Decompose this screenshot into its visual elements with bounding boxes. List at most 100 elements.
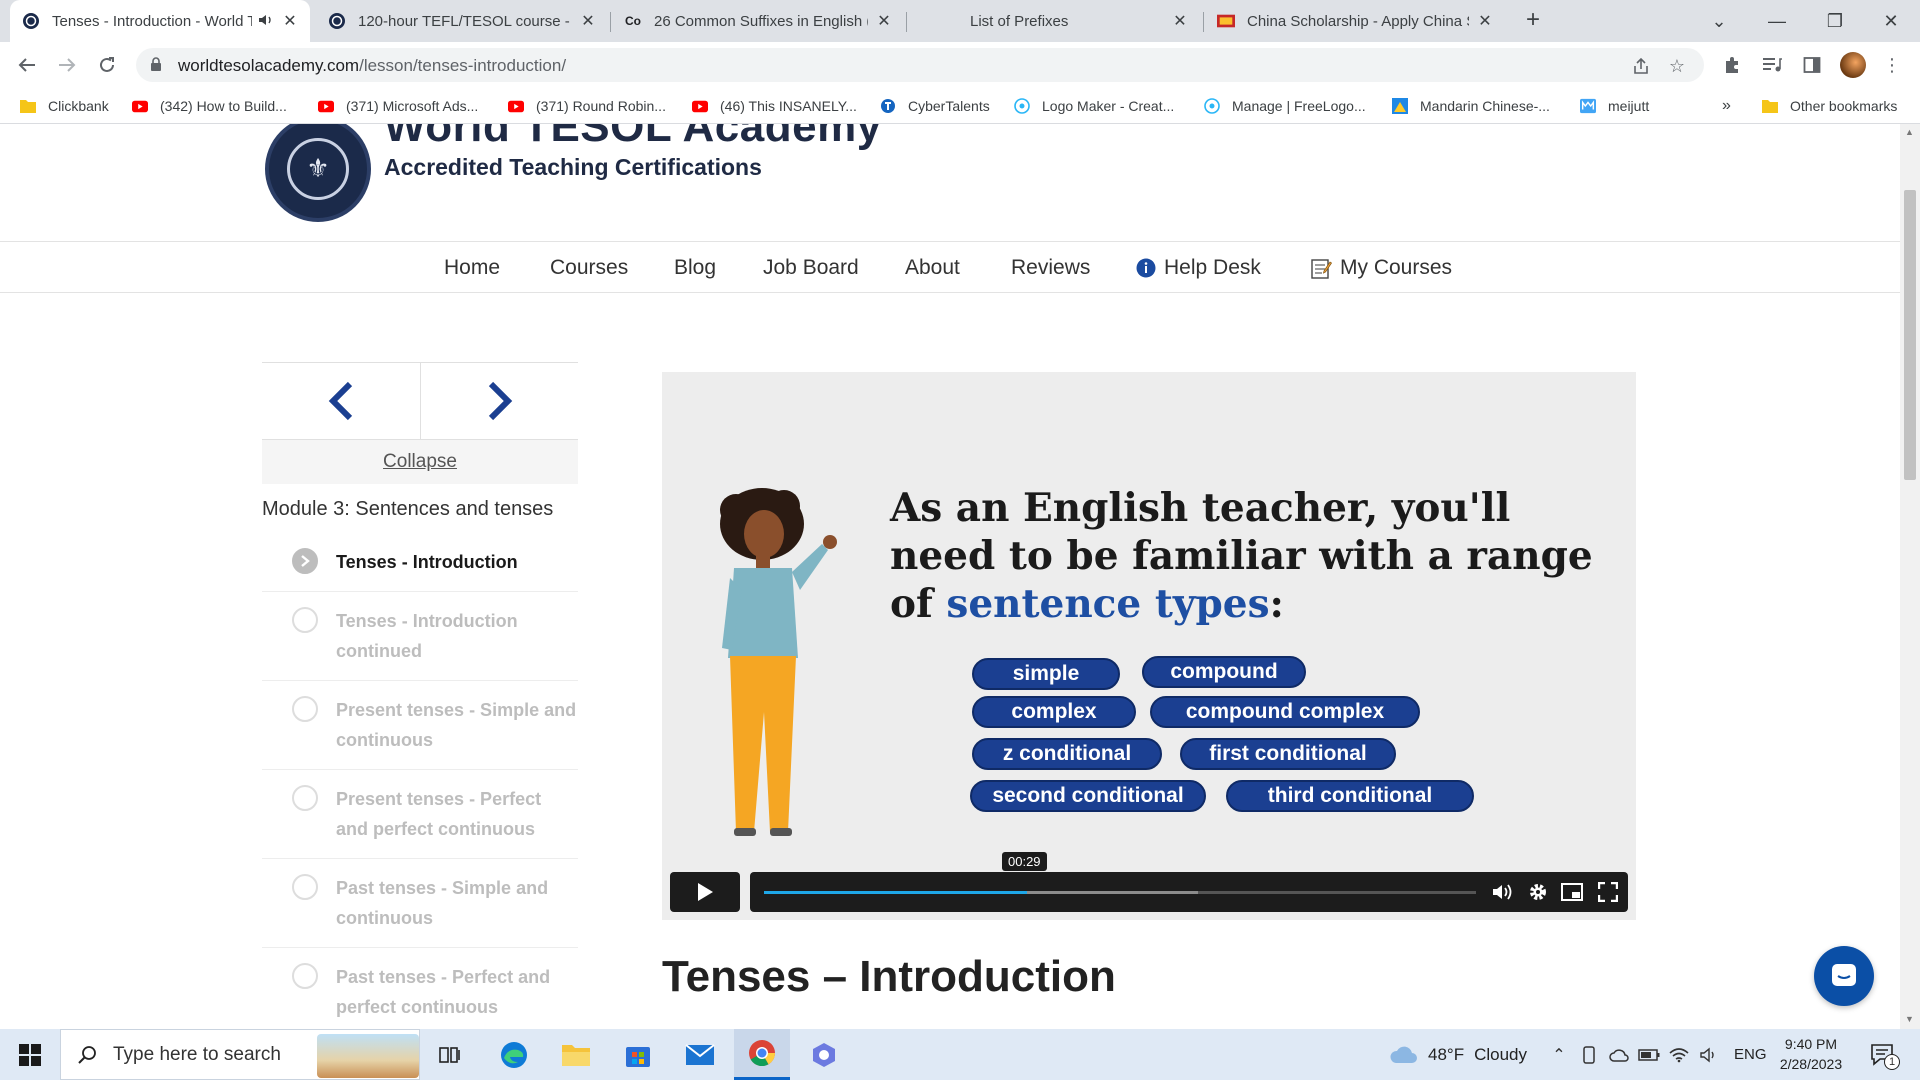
nav-home[interactable]: Home (444, 256, 500, 280)
lesson-item[interactable]: Past tenses - Perfect and perfect contin… (262, 948, 578, 1029)
speaker-icon[interactable] (258, 13, 274, 30)
bookmarks-bar: Clickbank (342) How to Build... (371) Mi… (0, 88, 1920, 124)
tab-tenses-introduction[interactable]: Tenses - Introduction - World TESOL Acad… (10, 0, 310, 42)
side-panel-icon[interactable] (1800, 53, 1824, 77)
close-tab-icon[interactable]: ✕ (1477, 13, 1493, 30)
close-tab-icon[interactable]: ✕ (580, 13, 596, 30)
fullscreen-icon[interactable] (1596, 881, 1620, 903)
bookmark-cybertalents[interactable]: CyberTalents (880, 96, 990, 116)
restore-button[interactable]: ❐ (1806, 0, 1864, 42)
scroll-up-arrow-icon[interactable]: ▲ (1905, 127, 1914, 137)
task-view-icon[interactable] (422, 1029, 478, 1080)
nav-help-desk[interactable]: Help Desk (1136, 256, 1261, 280)
current-lesson-icon (292, 548, 318, 574)
search-highlight-illustration (317, 1034, 419, 1078)
back-button[interactable] (12, 50, 42, 80)
web-page: ⚜ World TESOL Academy Accredited Teachin… (0, 124, 1920, 1029)
tab-title: 120-hour TEFL/TESOL course - World TESOL… (358, 12, 572, 30)
nav-about[interactable]: About (905, 256, 960, 280)
lock-icon[interactable] (150, 57, 162, 77)
taskbar-search-box[interactable]: Type here to search (60, 1029, 420, 1080)
previous-lesson-button[interactable] (262, 363, 420, 439)
weather-widget[interactable]: 48°F Cloudy (1428, 1029, 1527, 1080)
bookmark-meijutt[interactable]: meijutt (1580, 96, 1649, 116)
notepad-icon (1310, 257, 1332, 279)
lesson-item[interactable]: Tenses - Introduction (262, 533, 578, 592)
bookmark-logo-maker[interactable]: Logo Maker - Creat... (1014, 96, 1174, 116)
next-lesson-button[interactable] (420, 363, 578, 439)
chat-launcher-button[interactable] (1814, 946, 1874, 1006)
nav-my-courses[interactable]: My Courses (1310, 256, 1452, 280)
nav-reviews[interactable]: Reviews (1011, 256, 1090, 280)
microsoft-store-icon[interactable] (610, 1029, 666, 1080)
file-explorer-icon[interactable] (548, 1029, 604, 1080)
app-pinned-icon[interactable] (796, 1029, 852, 1080)
bookmark-youtube-4[interactable]: (46) This INSANELY... (692, 96, 857, 116)
share-icon[interactable] (1630, 55, 1652, 77)
kebab-menu-icon[interactable]: ⋮ (1880, 53, 1904, 77)
chrome-icon[interactable] (734, 1029, 790, 1080)
close-tab-icon[interactable]: ✕ (282, 13, 298, 30)
play-button[interactable] (670, 872, 740, 912)
extensions-icon[interactable] (1720, 53, 1744, 77)
bookmark-youtube-3[interactable]: (371) Round Robin... (508, 96, 666, 116)
tab-suffixes[interactable]: Co 26 Common Suffixes in English (With M… (612, 0, 904, 42)
device-icon[interactable] (1578, 1044, 1600, 1066)
media-control-icon[interactable] (1760, 53, 1784, 77)
lesson-item[interactable]: Present tenses - Perfect and perfect con… (262, 770, 578, 859)
start-button[interactable] (0, 1029, 60, 1080)
site-logo-title[interactable]: World TESOL Academy (384, 124, 882, 152)
scroll-down-arrow-icon[interactable]: ▼ (1905, 1014, 1914, 1024)
reload-button[interactable] (92, 50, 122, 80)
close-window-button[interactable]: ✕ (1862, 0, 1920, 42)
bookmark-mandarin[interactable]: Mandarin Chinese-... (1392, 96, 1550, 116)
picture-in-picture-icon[interactable] (1560, 881, 1584, 903)
sentence-type-pill: z conditional (972, 738, 1162, 770)
notifications-icon[interactable]: 1 (1868, 1042, 1900, 1070)
new-tab-button[interactable]: + (1520, 8, 1546, 34)
bookmarks-overflow-button[interactable]: » (1722, 96, 1731, 116)
edge-icon[interactable] (486, 1029, 542, 1080)
speaker-volume-icon[interactable] (1698, 1044, 1720, 1066)
address-bar[interactable]: worldtesolacademy.com/lesson/tenses-intr… (136, 48, 1704, 82)
input-language[interactable]: ENG (1734, 1029, 1767, 1080)
lesson-video-player[interactable]: As an English teacher, you'll need to be… (662, 372, 1636, 920)
close-tab-icon[interactable]: ✕ (1172, 13, 1188, 30)
battery-icon[interactable] (1638, 1044, 1660, 1066)
collapse-link[interactable]: Collapse (383, 451, 457, 473)
bookmark-youtube-1[interactable]: (342) How to Build... (132, 96, 287, 116)
minimize-button[interactable]: — (1748, 0, 1806, 42)
chevron-up-icon[interactable]: ⌃ (1548, 1044, 1570, 1066)
onedrive-cloud-icon[interactable] (1608, 1044, 1630, 1066)
lesson-item[interactable]: Past tenses - Simple and continuous (262, 859, 578, 948)
academy-logo-emblem[interactable]: ⚜ (265, 124, 371, 222)
settings-gear-icon[interactable] (1526, 881, 1550, 903)
seek-bar[interactable] (764, 891, 1476, 894)
search-placeholder: Type here to search (113, 1043, 281, 1065)
system-clock[interactable]: 9:40 PM 2/28/2023 (1776, 1034, 1846, 1074)
other-bookmarks[interactable]: Other bookmarks (1762, 96, 1897, 116)
nav-blog[interactable]: Blog (674, 256, 716, 280)
lesson-item[interactable]: Present tenses - Simple and continuous (262, 681, 578, 770)
close-tab-icon[interactable]: ✕ (876, 13, 892, 30)
bookmark-youtube-2[interactable]: (371) Microsoft Ads... (318, 96, 478, 116)
lesson-item[interactable]: Tenses - Introduction continued (262, 592, 578, 681)
youtube-icon (692, 98, 708, 114)
scrollbar-thumb[interactable] (1904, 190, 1916, 480)
bookmark-star-icon[interactable]: ☆ (1666, 55, 1688, 77)
nav-courses[interactable]: Courses (550, 256, 628, 280)
forward-button[interactable] (52, 50, 82, 80)
bookmark-manage-freelogo[interactable]: Manage | FreeLogo... (1204, 96, 1366, 116)
profile-avatar[interactable] (1840, 52, 1866, 78)
tab-china-scholarship[interactable]: China Scholarship - Apply China Scholars… (1205, 0, 1505, 42)
nav-job-board[interactable]: Job Board (763, 256, 859, 280)
volume-icon[interactable] (1490, 881, 1514, 903)
cloudy-weather-icon[interactable] (1388, 1044, 1420, 1066)
page-scrollbar[interactable]: ▲ ▼ (1900, 124, 1920, 1029)
wifi-icon[interactable] (1668, 1044, 1690, 1066)
mail-icon[interactable] (672, 1029, 728, 1080)
tab-prefixes[interactable]: List of Prefixes ✕ (908, 0, 1200, 42)
tab-tefl-course[interactable]: 120-hour TEFL/TESOL course - World TESOL… (316, 0, 608, 42)
bookmark-clickbank[interactable]: Clickbank (20, 96, 109, 116)
tab-search-chevron-icon[interactable]: ⌄ (1690, 0, 1748, 42)
